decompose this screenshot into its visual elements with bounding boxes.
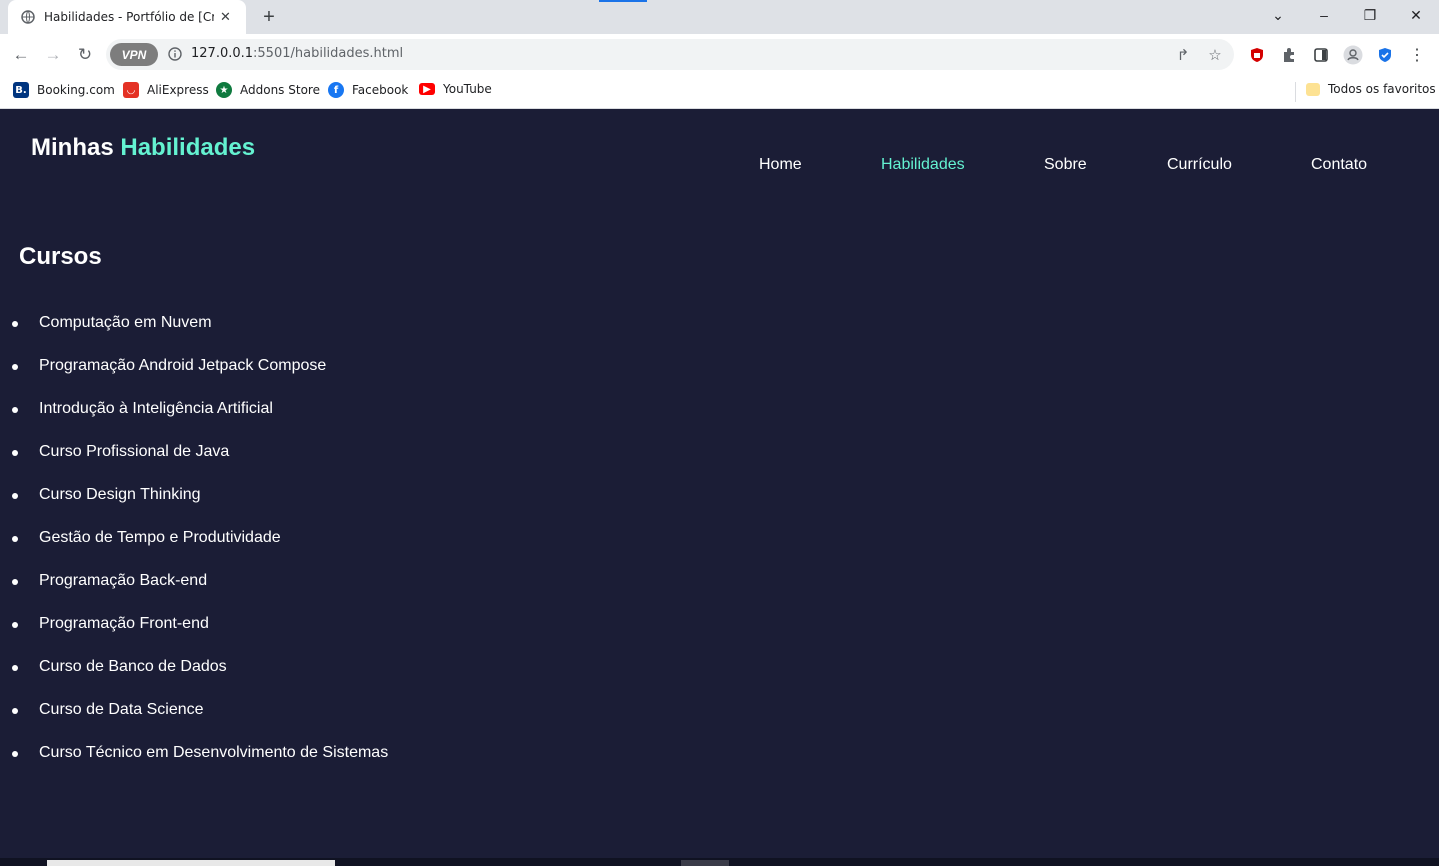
bookmark-label: Addons Store bbox=[240, 83, 320, 97]
course-label: Curso Técnico em Desenvolvimento de Sist… bbox=[39, 744, 389, 761]
loading-indicator bbox=[599, 0, 647, 2]
address-bar[interactable]: VPN 127.0.0.1:5501/habilidades.html ↱ ☆ bbox=[106, 39, 1234, 70]
course-label: Computação em Nuvem bbox=[39, 314, 212, 331]
list-item: Curso Design Thinking bbox=[0, 484, 500, 508]
facebook-icon: f bbox=[328, 82, 344, 98]
bookmark-aliexpress[interactable]: ◡ AliExpress bbox=[123, 82, 209, 98]
url-host: 127.0.0.1 bbox=[191, 46, 254, 61]
bullet bbox=[12, 751, 18, 757]
tab-title: Habilidades - Portfólio de [Cristi bbox=[44, 10, 214, 24]
list-item: Programação Back-end bbox=[0, 570, 500, 594]
list-item: Computação em Nuvem bbox=[0, 312, 500, 336]
taskbar-edge bbox=[0, 858, 1439, 866]
bookmark-youtube[interactable]: ▶ YouTube bbox=[419, 82, 492, 96]
list-item: Introdução à Inteligência Artificial bbox=[0, 398, 500, 422]
bookmark-booking[interactable]: B. Booking.com bbox=[13, 82, 115, 98]
list-item: Curso Profissional de Java bbox=[0, 441, 500, 465]
sidepanel-icon[interactable] bbox=[1311, 45, 1331, 65]
tab-strip: Habilidades - Portfólio de [Cristi ✕ + ⌄… bbox=[0, 0, 1439, 34]
course-label: Programação Front-end bbox=[39, 615, 209, 632]
browser-toolbar: ← → ↻ VPN 127.0.0.1:5501/habilidades.htm… bbox=[0, 34, 1439, 76]
forward-icon[interactable]: → bbox=[41, 43, 65, 67]
new-tab-button[interactable]: + bbox=[258, 6, 280, 29]
bullet bbox=[12, 622, 18, 628]
profile-icon[interactable] bbox=[1343, 45, 1363, 65]
bookmarks-divider bbox=[1295, 82, 1296, 102]
brand-prefix: Minhas bbox=[31, 134, 114, 161]
shield-icon[interactable] bbox=[1375, 45, 1395, 65]
youtube-icon: ▶ bbox=[419, 83, 435, 95]
menu-icon[interactable]: ⋮ bbox=[1407, 45, 1427, 65]
list-item: Programação Android Jetpack Compose bbox=[0, 355, 500, 379]
bullet bbox=[12, 665, 18, 671]
taskbar-item bbox=[47, 860, 335, 866]
bullet bbox=[12, 321, 18, 327]
page-content: Minhas Habilidades Home Habilidades Sobr… bbox=[0, 109, 1439, 866]
addons-store-icon: ★ bbox=[216, 82, 232, 98]
list-item: Programação Front-end bbox=[0, 613, 500, 637]
bookmark-label: Booking.com bbox=[37, 83, 115, 97]
brand-accent: Habilidades bbox=[120, 134, 256, 161]
course-label: Curso de Data Science bbox=[39, 701, 204, 718]
bookmark-label: YouTube bbox=[443, 82, 492, 96]
minimize-button[interactable]: – bbox=[1301, 0, 1347, 30]
folder-icon bbox=[1306, 82, 1320, 96]
bullet bbox=[12, 708, 18, 714]
nav-home[interactable]: Home bbox=[759, 156, 802, 174]
list-item: Gestão de Tempo e Produtividade bbox=[0, 527, 500, 551]
site-brand[interactable]: Minhas Habilidades bbox=[31, 134, 255, 162]
all-bookmarks-label: Todos os favoritos bbox=[1328, 82, 1436, 96]
course-label: Gestão de Tempo e Produtividade bbox=[39, 529, 281, 546]
list-item: Curso de Banco de Dados bbox=[0, 656, 500, 680]
course-label: Curso de Banco de Dados bbox=[39, 658, 227, 675]
reload-icon[interactable]: ↻ bbox=[73, 43, 97, 67]
bookmark-facebook[interactable]: f Facebook bbox=[328, 82, 408, 98]
bullet bbox=[12, 364, 18, 370]
list-item: Curso de Data Science bbox=[0, 699, 500, 723]
share-icon[interactable]: ↱ bbox=[1174, 46, 1192, 64]
list-item: Curso Técnico em Desenvolvimento de Sist… bbox=[0, 742, 500, 766]
bullet bbox=[12, 536, 18, 542]
bookmarks-bar: B. Booking.com ◡ AliExpress ★ Addons Store … bbox=[0, 76, 1439, 109]
vpn-badge[interactable]: VPN bbox=[110, 43, 158, 66]
course-label: Introdução à Inteligência Artificial bbox=[39, 400, 273, 417]
url-path: :5501/habilidades.html bbox=[253, 46, 404, 61]
section-title: Cursos bbox=[19, 243, 102, 270]
info-icon[interactable] bbox=[168, 47, 182, 61]
bullet bbox=[12, 407, 18, 413]
back-icon[interactable]: ← bbox=[9, 43, 33, 67]
course-label: Programação Back-end bbox=[39, 572, 208, 589]
bookmark-addons-store[interactable]: ★ Addons Store bbox=[216, 82, 320, 98]
booking-icon: B. bbox=[13, 82, 29, 98]
extension-icon[interactable] bbox=[1247, 45, 1267, 65]
aliexpress-icon: ◡ bbox=[123, 82, 139, 98]
url-text[interactable]: 127.0.0.1:5501/habilidades.html bbox=[191, 46, 403, 61]
globe-icon bbox=[20, 9, 36, 25]
taskbar-item bbox=[681, 860, 729, 866]
bookmark-label: Facebook bbox=[352, 83, 409, 97]
bullet bbox=[12, 450, 18, 456]
course-label: Curso Design Thinking bbox=[39, 486, 201, 503]
close-window-button[interactable]: ✕ bbox=[1393, 0, 1439, 30]
nav-habilidades[interactable]: Habilidades bbox=[881, 156, 965, 174]
bullet bbox=[12, 579, 18, 585]
course-label: Curso Profissional de Java bbox=[39, 443, 230, 460]
puzzle-icon[interactable] bbox=[1279, 45, 1299, 65]
close-tab-icon[interactable]: ✕ bbox=[220, 9, 231, 25]
browser-tab[interactable]: Habilidades - Portfólio de [Cristi ✕ bbox=[8, 0, 246, 34]
all-bookmarks[interactable]: Todos os favoritos bbox=[1306, 82, 1436, 96]
course-label: Programação Android Jetpack Compose bbox=[39, 357, 327, 374]
restore-button[interactable]: ❐ bbox=[1347, 0, 1393, 30]
nav-sobre[interactable]: Sobre bbox=[1044, 156, 1087, 174]
bookmark-label: AliExpress bbox=[147, 83, 209, 97]
nav-contato[interactable]: Contato bbox=[1311, 156, 1367, 174]
tab-search-icon[interactable]: ⌄ bbox=[1255, 0, 1301, 30]
nav-curriculo[interactable]: Currículo bbox=[1167, 156, 1232, 174]
star-icon[interactable]: ☆ bbox=[1206, 46, 1224, 64]
bullet bbox=[12, 493, 18, 499]
